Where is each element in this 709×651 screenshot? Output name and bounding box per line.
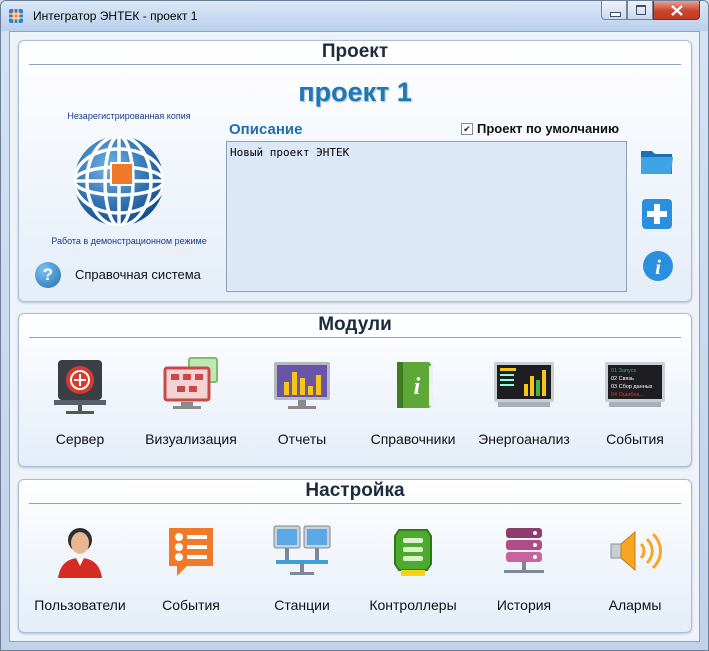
divider [29, 503, 681, 504]
visualization-icon [163, 357, 218, 409]
events-screen-line: 02 Связь [611, 376, 634, 382]
settings-panel: Настройка Пользователи События Станции К… [18, 479, 692, 633]
module-label: Энергоанализ [478, 431, 570, 447]
app-icon [9, 9, 23, 23]
project-panel: Проект проект 1 Незарегистрированная коп… [18, 40, 692, 302]
module-label: Справочники [370, 431, 456, 447]
globe-logo-icon [74, 136, 164, 226]
app-window: Интегратор ЭНТЕК - проект 1 Проект проек… [0, 0, 709, 651]
unregistered-copy-label: Незарегистрированная копия [67, 111, 191, 121]
title-bar[interactable]: Интегратор ЭНТЕК - проект 1 [1, 1, 708, 31]
modules-panel: Модули Сервер Визуализация Отчеты i Спра… [18, 313, 692, 467]
description-textarea[interactable]: Новый проект ЭНТЕК [226, 141, 627, 292]
close-button[interactable] [653, 1, 700, 20]
settings-label: Алармы [608, 597, 662, 613]
controller-icon [394, 529, 432, 576]
settings-alarms[interactable]: Алармы [580, 522, 690, 613]
modules-section-title: Модули [318, 314, 392, 335]
divider [29, 337, 681, 338]
client-area: Проект проект 1 Незарегистрированная коп… [9, 31, 700, 642]
settings-label: История [496, 597, 552, 613]
project-name: проект 1 [298, 77, 412, 107]
settings-label: Пользователи [34, 597, 126, 613]
settings-history[interactable]: История [469, 522, 579, 613]
reports-icon [274, 362, 330, 409]
checkbox-check-icon[interactable]: ✔ [461, 123, 473, 135]
module-server[interactable]: Сервер [25, 356, 135, 447]
events-screen-line: 01 Запуск [611, 368, 636, 374]
svg-text:i: i [414, 374, 421, 400]
settings-label: События [162, 597, 220, 613]
minimize-icon [610, 12, 621, 17]
project-section-title: Проект [321, 41, 389, 62]
maximize-button[interactable] [627, 1, 653, 20]
module-reports[interactable]: Отчеты [247, 356, 357, 447]
server-icon [54, 360, 106, 414]
module-visualization[interactable]: Визуализация [136, 356, 246, 447]
events-screen-line: 04 Ошибка... [611, 392, 644, 398]
module-label: Сервер [55, 431, 105, 447]
stations-icon [273, 525, 331, 575]
module-label: События [606, 431, 664, 447]
svg-text:i: i [655, 255, 661, 279]
settings-label: Контроллеры [369, 597, 457, 613]
event-list-icon [169, 528, 213, 576]
events-screen-line: 03 Сбор данных [611, 384, 653, 390]
settings-label: Станции [274, 597, 330, 613]
settings-controllers[interactable]: Контроллеры [358, 522, 468, 613]
module-label: Отчеты [277, 431, 327, 447]
module-label: Визуализация [145, 431, 237, 447]
alarm-speaker-icon [610, 530, 662, 572]
description-label: Описание [229, 121, 303, 138]
module-energy-analysis[interactable]: Энергоанализ [469, 356, 579, 447]
settings-stations[interactable]: Станции [247, 522, 357, 613]
module-reference-books[interactable]: i Справочники [358, 356, 468, 447]
maximize-icon [636, 5, 646, 15]
info-icon[interactable]: i [640, 248, 676, 284]
minimize-button[interactable] [601, 1, 627, 20]
close-icon [671, 5, 683, 16]
energy-analysis-icon [494, 362, 554, 407]
reference-book-icon: i [397, 362, 433, 408]
divider [29, 64, 681, 65]
settings-users[interactable]: Пользователи [25, 522, 135, 613]
open-folder-icon[interactable] [639, 143, 675, 179]
add-icon[interactable] [639, 196, 675, 232]
settings-section-title: Настройка [305, 480, 405, 501]
user-icon [58, 528, 102, 578]
events-monitor-icon: 01 Запуск 02 Связь 03 Сбор данных 04 Оши… [605, 362, 665, 407]
database-icon [504, 528, 544, 573]
help-system-label: Справочная система [75, 267, 201, 282]
demo-mode-label: Работа в демонстрационном режиме [51, 236, 207, 246]
module-events[interactable]: 01 Запуск 02 Связь 03 Сбор данных 04 Оши… [580, 356, 690, 447]
window-title: Интегратор ЭНТЕК - проект 1 [33, 9, 198, 23]
default-project-label: Проект по умолчанию [477, 121, 620, 136]
help-system-button[interactable]: ? Справочная система [33, 261, 233, 289]
help-icon: ? [35, 262, 61, 288]
settings-events[interactable]: События [136, 522, 246, 613]
